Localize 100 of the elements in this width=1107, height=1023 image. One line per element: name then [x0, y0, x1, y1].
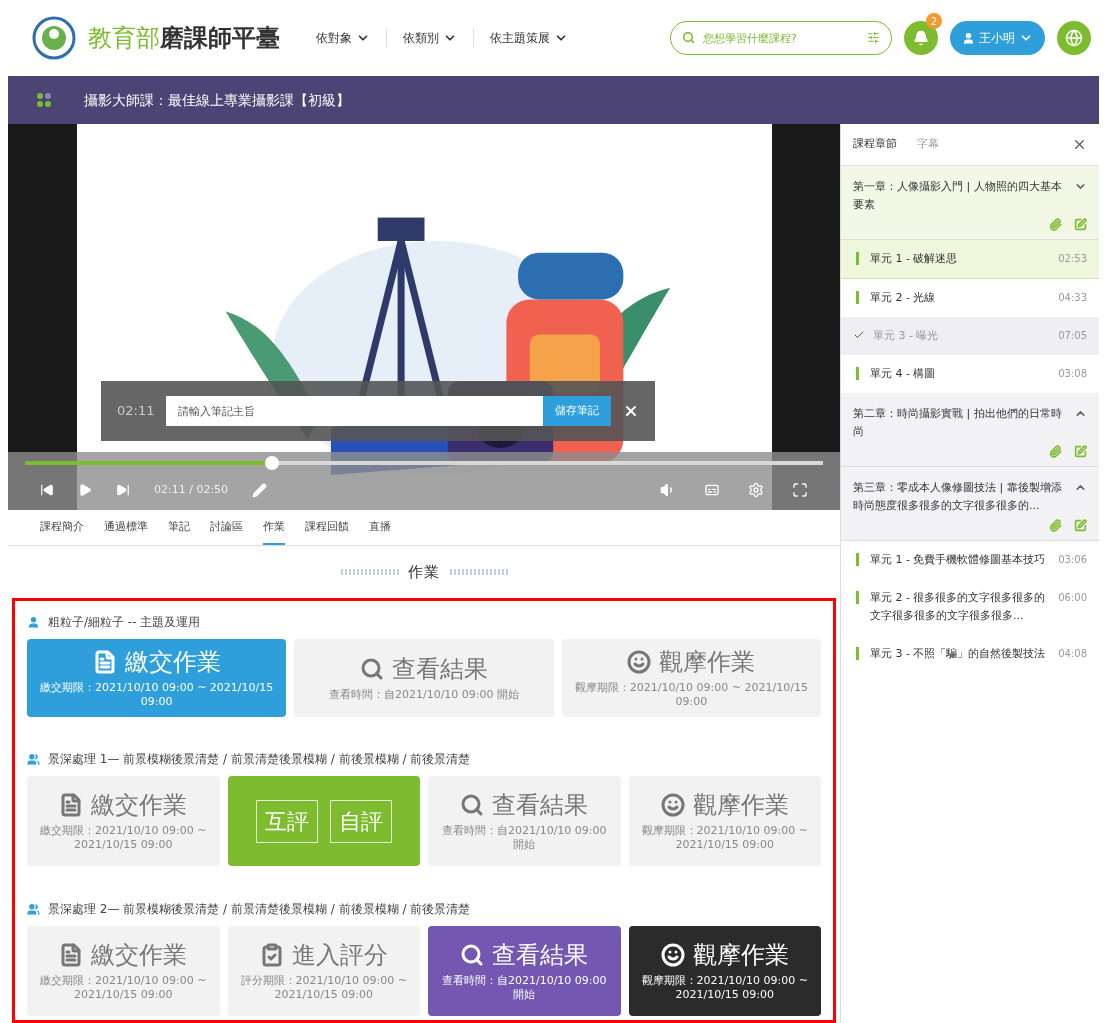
- content-tab[interactable]: 直播: [369, 518, 391, 545]
- settings-icon[interactable]: [748, 482, 764, 498]
- nav-dropdown[interactable]: 依對象: [300, 29, 386, 47]
- unit-title: 單元 2 - 光線: [870, 290, 937, 306]
- globe-icon: [1065, 29, 1083, 47]
- unit-bar-icon: [856, 647, 859, 660]
- assignment-title: 粗粒子/細粒子 -- 主題及運用: [48, 614, 201, 631]
- assignment-button-label: 繳交作業: [124, 647, 221, 677]
- unit-item[interactable]: 單元 1 - 破解迷思 02:53: [841, 240, 1099, 279]
- unit-duration: 02:53: [1058, 252, 1087, 266]
- chapter-title: 第二章：時尚攝影實戰 | 拍出他們的日常時尚: [853, 406, 1063, 440]
- unit-duration: 04:08: [1058, 647, 1087, 661]
- content-tab[interactable]: 通過標準: [104, 518, 148, 545]
- search-icon: [460, 793, 485, 818]
- assignment-button-label: 查看結果: [492, 790, 589, 821]
- section-title: 作業: [407, 561, 441, 583]
- person-icon: [27, 615, 40, 629]
- assignment-title: 景深處理 1— 前景模糊後景清楚 / 前景清楚後景模糊 / 前後景模糊 / 前後景清楚: [48, 751, 471, 768]
- nav-dropdown[interactable]: 依主題策展: [473, 29, 584, 47]
- captions-icon[interactable]: [704, 482, 720, 498]
- assignment-caption: 查看時間：自2021/10/10 09:00 開始: [328, 687, 520, 702]
- content-tab[interactable]: 作業: [263, 518, 285, 545]
- smiley-icon: [660, 943, 685, 968]
- assignment-button[interactable]: 繳交作業 繳交期限：2021/10/10 09:00 ~ 2021/10/15 09:00: [27, 926, 220, 1016]
- course-title: 攝影大師課：最佳線上專業攝影課【初級】: [84, 90, 350, 110]
- chapter-header[interactable]: 第一章：人像攝影入門 | 人物照的四大基本要素: [841, 166, 1099, 240]
- assignment-button[interactable]: 觀摩作業 觀摩期限：2021/10/10 09:00 ~ 2021/10/15 09:00: [628, 776, 821, 866]
- assignment-button[interactable]: 觀摩作業 觀摩期限：2021/10/10 09:00 ~ 2021/10/15 09:00: [628, 926, 821, 1016]
- assignment-button[interactable]: 查看結果 查看時間：自2021/10/10 09:00 開始: [294, 639, 554, 717]
- note-title-field[interactable]: 請輸入筆記主旨: [166, 396, 543, 426]
- close-icon[interactable]: [1072, 137, 1087, 152]
- unit-title: 單元 2 - 很多很多的文字很多很多的文字很多很多的文字很多很多...: [870, 590, 1047, 624]
- unit-bar-icon: [856, 367, 859, 380]
- filter-icon[interactable]: [867, 31, 880, 44]
- unit-title: 單元 4 - 構圖: [870, 366, 937, 382]
- unit-duration: 04:33: [1058, 291, 1087, 305]
- content-tab[interactable]: 討論區: [210, 518, 243, 545]
- assignment-button[interactable]: 觀摩作業 觀摩期限：2021/10/10 09:00 ~ 2021/10/15 09:00: [561, 639, 821, 717]
- assignment-button[interactable]: 查看結果 查看時間：自2021/10/10 09:00 開始: [428, 926, 621, 1016]
- next-icon[interactable]: [116, 483, 130, 497]
- assignment-button-label: 觀摩作業: [659, 647, 756, 677]
- progress-thumb[interactable]: [265, 456, 280, 470]
- unit-duration: 06:00: [1058, 591, 1087, 605]
- content-tab[interactable]: 課程回饋: [305, 518, 349, 545]
- unit-title: 單元 3 - 曝光: [873, 328, 940, 344]
- people-icon: [27, 902, 40, 916]
- search-icon: [360, 656, 384, 681]
- smiley-icon: [660, 793, 685, 818]
- chapter-header[interactable]: 第三章：零成本人像修圖技法 | 靠後製增添時尚態度很多很多的文字很多很多的...: [841, 467, 1099, 541]
- assignment-button[interactable]: 進入評分 評分期限：2021/10/10 09:00 ~ 2021/10/15 09:00: [227, 926, 420, 1016]
- search-field[interactable]: 您想學習什麼課程?: [670, 21, 892, 55]
- document-icon: [59, 793, 84, 818]
- content-tab[interactable]: 課程簡介: [40, 518, 84, 545]
- note-time: 02:11: [117, 402, 155, 421]
- assignment-button-label: 繳交作業: [91, 790, 188, 821]
- paperclip-icon[interactable]: [1049, 445, 1062, 458]
- assignment-caption: 評分期限：2021/10/10 09:00 ~ 2021/10/15 09:00: [239, 974, 408, 1002]
- paperclip-icon[interactable]: [1049, 519, 1062, 532]
- document-icon: [59, 943, 84, 968]
- playback-time: 02:11 / 02:50: [154, 481, 229, 498]
- edit-icon[interactable]: [1074, 218, 1087, 231]
- pencil-icon[interactable]: [252, 482, 268, 498]
- assignment-caption: 觀摩期限：2021/10/10 09:00 ~ 2021/10/15 09:00: [640, 824, 809, 852]
- unit-title: 單元 3 - 不照「騙」的自然後製技法: [870, 646, 1047, 662]
- sidebar-tab[interactable]: 課程章節: [853, 136, 897, 153]
- content-tab[interactable]: 筆記: [168, 518, 190, 545]
- emblem-icon: [32, 16, 76, 60]
- people-icon: [27, 752, 40, 766]
- edit-icon[interactable]: [1074, 445, 1087, 458]
- nav-dropdown[interactable]: 依類別: [386, 29, 473, 47]
- user-icon: [962, 31, 975, 45]
- assignment-button-label: 進入評分: [291, 940, 388, 971]
- search-icon: [460, 943, 485, 968]
- assignment-button[interactable]: 繳交作業 繳交期限：2021/10/10 09:00 ~ 2021/10/15 09:00: [27, 776, 220, 866]
- assignment-caption: 繳交期限：2021/10/10 09:00 ~ 2021/10/15 09:00: [39, 974, 208, 1002]
- assignment-caption: 查看時間：自2021/10/10 09:00 開始: [440, 824, 608, 852]
- brand-name[interactable]: 教育部磨課師平臺: [88, 20, 280, 56]
- unit-bar-icon: [856, 553, 859, 566]
- search-icon: [682, 31, 695, 44]
- unit-bar-icon: [856, 291, 859, 304]
- unit-bar-icon: [856, 252, 859, 265]
- bell-icon: [913, 30, 929, 46]
- assignment-caption: 查看時間：自2021/10/10 09:00 開始: [440, 974, 608, 1002]
- play-icon[interactable]: [78, 483, 92, 497]
- assignment-button[interactable]: 查看結果 查看時間：自2021/10/10 09:00 開始: [428, 776, 621, 866]
- assignment-caption: 觀摩期限：2021/10/10 09:00 ~ 2021/10/15 09:00: [573, 681, 809, 709]
- globe-button[interactable]: [1057, 21, 1091, 55]
- paperclip-icon[interactable]: [1049, 218, 1062, 231]
- unit-title: 單元 1 - 破解迷思: [870, 251, 959, 267]
- edit-icon[interactable]: [1074, 519, 1087, 532]
- assignment-caption: 觀摩期限：2021/10/10 09:00 ~ 2021/10/15 09:00: [640, 974, 809, 1002]
- close-icon[interactable]: [623, 403, 639, 419]
- assignment-title: 景深處理 2— 前景模糊後景清楚 / 前景清楚後景模糊 / 前後景模糊 / 前後景清楚: [48, 901, 471, 918]
- unit-bar-icon: [856, 591, 859, 604]
- previous-icon[interactable]: [40, 483, 54, 497]
- assignment-caption: 繳交期限：2021/10/10 09:00 ~ 2021/10/15 09:00: [39, 824, 208, 852]
- chapter-header[interactable]: 第二章：時尚攝影實戰 | 拍出他們的日常時尚: [841, 393, 1099, 467]
- fullscreen-icon[interactable]: [792, 482, 808, 498]
- smiley-icon: [627, 650, 652, 674]
- unit-duration: 07:05: [1058, 329, 1087, 343]
